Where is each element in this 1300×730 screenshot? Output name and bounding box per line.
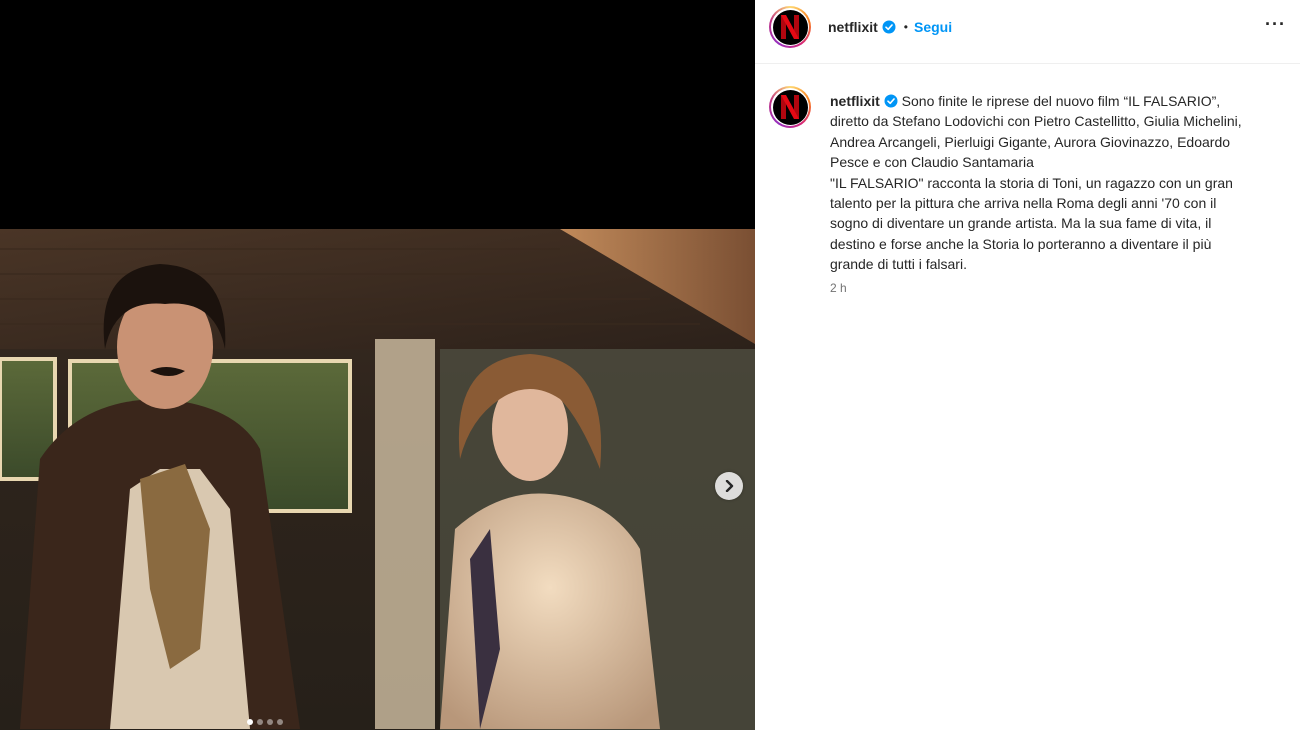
caption-text: netflixit Sono finite le riprese del nuo… (830, 91, 1300, 275)
carousel-next-button[interactable] (715, 472, 743, 500)
header-separator: • (903, 20, 908, 34)
caption-line: Pesce e con Claudio Santamaria (830, 154, 1034, 171)
carousel-dot (257, 719, 263, 725)
header-avatar[interactable] (769, 6, 811, 48)
caption-username[interactable]: netflixit (830, 93, 880, 109)
carousel-indicator (0, 719, 530, 725)
caption-line: grande di tutti i falsari. (830, 256, 967, 273)
caption-line: Andrea Arcangeli, Pierluigi Gigante, Aur… (830, 133, 1231, 150)
carousel-dot (277, 719, 283, 725)
header-username[interactable]: netflixit (828, 19, 878, 35)
carousel-dot (267, 719, 273, 725)
post-side-panel: netflixit • Segui ··· netflixit Sono fin… (755, 0, 1300, 730)
verified-badge-icon (884, 94, 898, 108)
more-options-icon[interactable]: ··· (1265, 14, 1286, 35)
caption-line: talento per la pittura che arriva nella … (830, 195, 1217, 212)
follow-button[interactable]: Segui (914, 19, 952, 35)
caption-line: "IL FALSARIO" racconta la storia di Toni… (830, 174, 1233, 191)
caption-line: diretto da Stefano Lodovichi con Pietro … (830, 113, 1242, 130)
verified-badge-icon (882, 20, 896, 34)
netflix-logo-icon (772, 89, 808, 125)
post-photo (0, 229, 755, 730)
netflix-logo-icon (772, 9, 808, 45)
post-media[interactable] (0, 0, 755, 730)
caption-line: sogno di diventare un grande artista. Ma… (830, 215, 1212, 232)
chevron-right-icon (725, 480, 734, 492)
carousel-dot (247, 719, 253, 725)
caption-line: Sono finite le riprese del nuovo film “I… (901, 93, 1221, 109)
post-header: netflixit • Segui ··· (755, 0, 1300, 64)
post-timestamp[interactable]: 2 h (830, 281, 847, 295)
caption-line: destino e forse anche la Storia lo porte… (830, 235, 1212, 252)
caption-avatar[interactable] (769, 86, 811, 128)
